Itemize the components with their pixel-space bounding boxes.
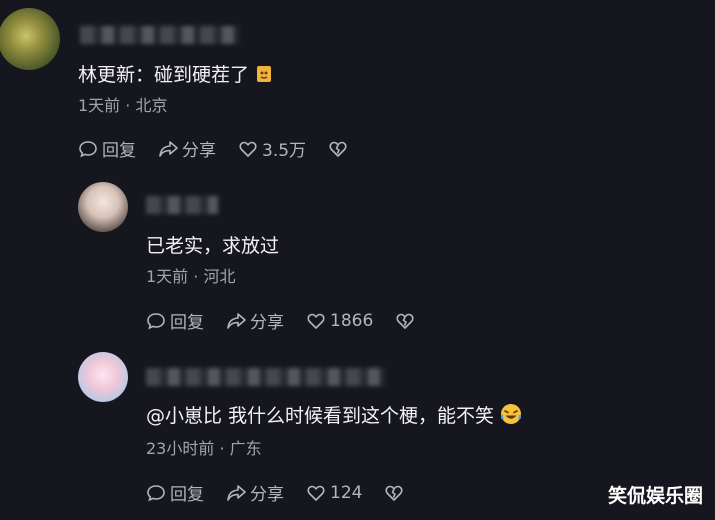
reply-label: 回复 bbox=[170, 313, 204, 333]
like-button[interactable]: 124 bbox=[306, 483, 362, 503]
like-count: 3.5万 bbox=[262, 141, 307, 161]
reply-icon bbox=[147, 312, 165, 329]
reply-button[interactable]: 回复 bbox=[146, 308, 204, 333]
like-icon bbox=[307, 313, 325, 329]
comment-actions: 回复 分享 1866 bbox=[146, 308, 419, 333]
share-label: 分享 bbox=[182, 141, 216, 161]
dislike-button[interactable] bbox=[384, 483, 408, 503]
reply-button[interactable]: 回复 bbox=[78, 136, 136, 161]
comment-text: 已老实，求放过 bbox=[146, 235, 280, 257]
dislike-button[interactable] bbox=[395, 311, 419, 331]
comment-actions: 回复 分享 124 bbox=[146, 480, 408, 505]
emoji-icon bbox=[255, 64, 273, 89]
share-label: 分享 bbox=[250, 313, 284, 333]
reply-button[interactable]: 回复 bbox=[146, 480, 204, 505]
dislike-icon bbox=[396, 313, 414, 329]
avatar[interactable] bbox=[0, 8, 60, 70]
dislike-button[interactable] bbox=[328, 139, 352, 159]
username-blurred[interactable] bbox=[80, 26, 240, 44]
like-icon bbox=[307, 485, 325, 501]
comment-meta: 23小时前 · 广东 bbox=[146, 439, 262, 458]
reply-label: 回复 bbox=[170, 485, 204, 505]
share-icon bbox=[227, 312, 246, 329]
comment-meta: 1天前 · 北京 bbox=[78, 96, 168, 115]
share-icon bbox=[159, 140, 178, 157]
share-button[interactable]: 分享 bbox=[226, 308, 284, 333]
watermark: 笑侃娱乐圈 bbox=[607, 485, 703, 507]
comment-text: 林更新：碰到硬茬了 bbox=[78, 60, 273, 89]
comment-text: @小崽比 我什么时候看到这个梗，能不笑 bbox=[146, 401, 522, 430]
comment-body: 林更新：碰到硬茬了 bbox=[78, 64, 250, 86]
like-icon bbox=[239, 141, 257, 157]
reply-label: 回复 bbox=[102, 141, 136, 161]
share-button[interactable]: 分享 bbox=[158, 136, 216, 161]
username-blurred[interactable] bbox=[146, 368, 386, 386]
share-button[interactable]: 分享 bbox=[226, 480, 284, 505]
dislike-icon bbox=[385, 485, 404, 501]
avatar[interactable] bbox=[78, 182, 128, 232]
username-blurred[interactable] bbox=[146, 196, 218, 214]
share-icon bbox=[227, 484, 246, 501]
comment-meta: 1天前 · 河北 bbox=[146, 267, 236, 286]
dislike-icon bbox=[329, 141, 347, 157]
like-count: 124 bbox=[330, 482, 363, 503]
comment-actions: 回复 分享 3.5万 bbox=[78, 136, 352, 161]
laughing-emoji-icon bbox=[500, 403, 522, 430]
like-button[interactable]: 1866 bbox=[306, 311, 373, 331]
share-label: 分享 bbox=[250, 485, 284, 505]
avatar[interactable] bbox=[78, 352, 128, 402]
like-count: 1866 bbox=[330, 310, 374, 331]
like-button[interactable]: 3.5万 bbox=[238, 136, 306, 161]
reply-icon bbox=[147, 484, 165, 501]
reply-icon bbox=[79, 140, 97, 157]
comment-body: @小崽比 我什么时候看到这个梗，能不笑 bbox=[146, 405, 495, 427]
